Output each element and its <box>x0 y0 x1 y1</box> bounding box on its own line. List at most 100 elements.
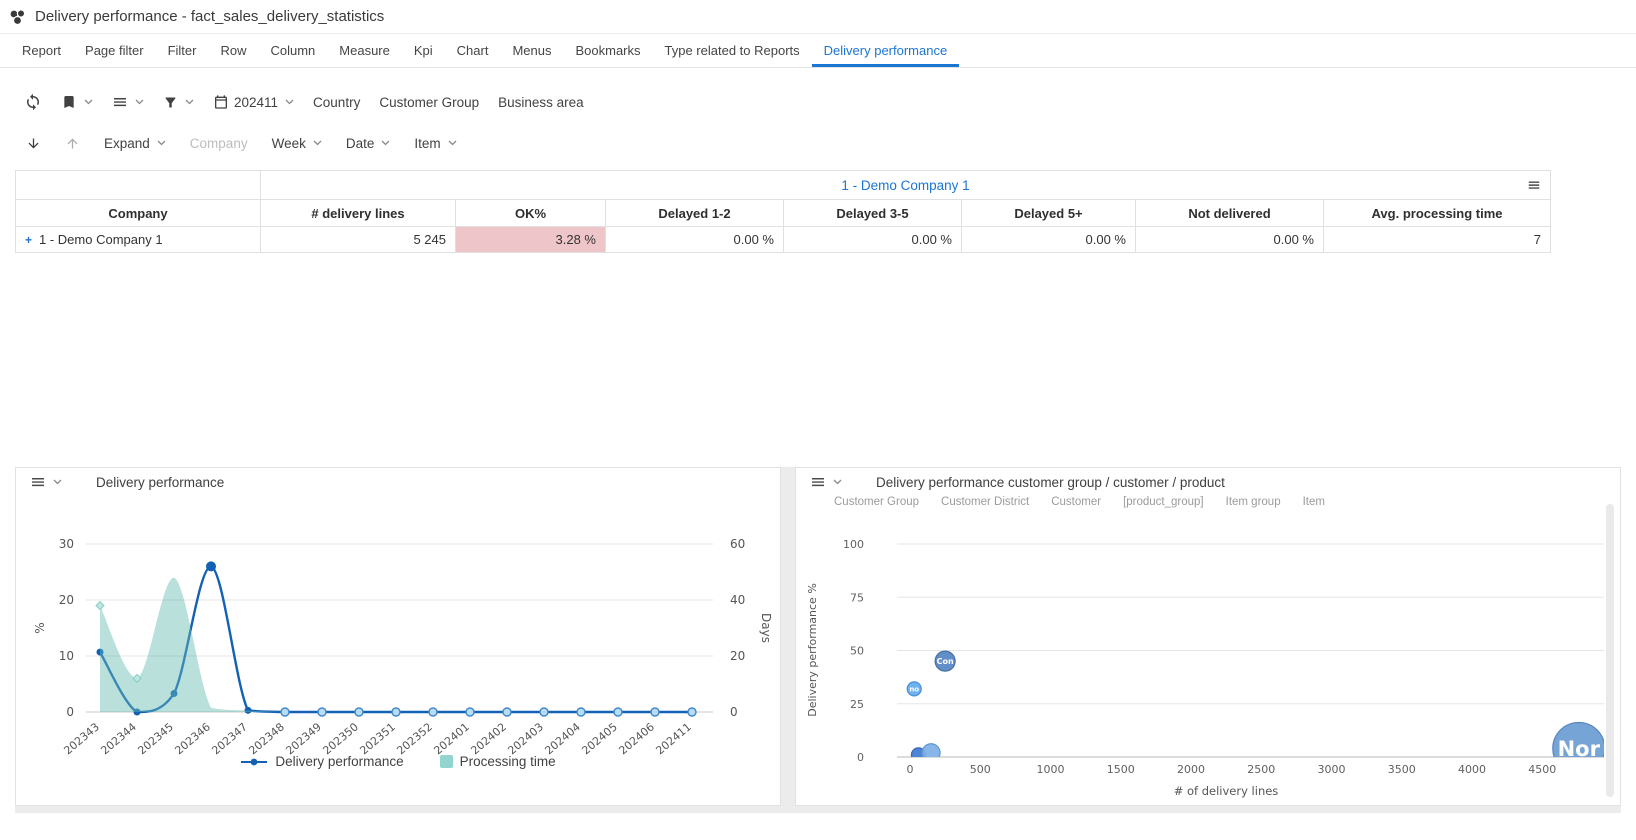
group-header-link[interactable]: 1 - Demo Company 1 <box>841 178 969 193</box>
svg-text:30: 30 <box>59 537 74 551</box>
svg-text:202344: 202344 <box>98 720 139 757</box>
svg-text:100: 100 <box>843 538 864 551</box>
svg-text:no: no <box>909 685 919 693</box>
company-name: 1 - Demo Company 1 <box>39 232 163 247</box>
chevron-down-icon <box>381 140 390 146</box>
main-nav: Report Page filter Filter Row Column Mea… <box>0 34 1636 68</box>
right-chart-title: Delivery performance customer group / cu… <box>876 474 1225 490</box>
delivery-performance-line-chart[interactable]: 01020300204060% Days202343202344202345202… <box>16 494 780 762</box>
column-header-delivery-lines[interactable]: # delivery lines <box>260 199 456 227</box>
nav-tab-filter[interactable]: Filter <box>156 34 209 67</box>
legend-item-delivery-performance[interactable]: Delivery performance <box>240 754 404 769</box>
title-bar: Delivery performance - fact_sales_delive… <box>0 0 1636 34</box>
customer-group-filter-button[interactable]: Customer Group <box>379 95 479 110</box>
customer-product-panel: Delivery performance customer group / cu… <box>795 467 1621 806</box>
not-delivered-cell: 0.00 % <box>1135 226 1324 253</box>
drill-down-button[interactable] <box>26 136 41 151</box>
table-menu-icon[interactable] <box>1527 178 1541 192</box>
nav-tab-column[interactable]: Column <box>258 34 327 67</box>
country-filter-button[interactable]: Country <box>313 95 360 110</box>
tab-product-group[interactable]: [product_group] <box>1123 496 1204 508</box>
svg-text:202350: 202350 <box>320 720 361 757</box>
svg-text:202348: 202348 <box>246 720 287 757</box>
item-dropdown[interactable]: Item <box>414 136 457 151</box>
period-picker[interactable]: 202411 <box>213 94 294 110</box>
panel-menu-button[interactable] <box>30 474 62 490</box>
svg-text:202402: 202402 <box>468 720 509 757</box>
panel-menu-button[interactable] <box>810 474 842 490</box>
tab-customer-district[interactable]: Customer District <box>941 496 1029 508</box>
nav-tab-bookmarks[interactable]: Bookmarks <box>563 34 652 67</box>
nav-tab-chart[interactable]: Chart <box>445 34 501 67</box>
svg-text:Con: Con <box>937 657 954 666</box>
column-header-avg-processing-time[interactable]: Avg. processing time <box>1322 199 1552 227</box>
svg-text:202406: 202406 <box>616 720 657 757</box>
legend-item-processing-time[interactable]: Processing time <box>439 754 556 769</box>
svg-text:202404: 202404 <box>542 720 583 757</box>
svg-text:500: 500 <box>970 763 991 776</box>
page-title: Delivery performance - fact_sales_delive… <box>35 8 385 25</box>
nav-tab-type-related[interactable]: Type related to Reports <box>653 34 812 67</box>
chevron-down-icon <box>157 140 166 146</box>
drill-up-button[interactable] <box>65 136 80 151</box>
expand-row-button[interactable]: + <box>25 233 32 247</box>
nav-tab-row[interactable]: Row <box>208 34 258 67</box>
svg-text:25: 25 <box>850 698 864 711</box>
toolbar-primary: 202411 Country Customer Group Business a… <box>24 86 584 118</box>
table-row: +1 - Demo Company 1 5 245 3.28 % 0.00 % … <box>15 226 1552 253</box>
column-header-company[interactable]: Company <box>15 199 261 227</box>
svg-text:3000: 3000 <box>1318 763 1346 776</box>
svg-text:2500: 2500 <box>1247 763 1275 776</box>
panel-scrollbar[interactable] <box>1606 504 1614 797</box>
delayed-3-5-cell: 0.00 % <box>783 226 962 253</box>
period-value: 202411 <box>234 94 279 110</box>
refresh-button[interactable] <box>24 93 42 111</box>
ok-percent-cell: 3.28 % <box>455 226 606 253</box>
svg-text:202346: 202346 <box>172 720 213 757</box>
group-header-cell: 1 - Demo Company 1 <box>259 170 1552 200</box>
svg-text:202352: 202352 <box>394 720 435 757</box>
nav-tab-menus[interactable]: Menus <box>500 34 563 67</box>
tab-customer-group[interactable]: Customer Group <box>834 496 919 508</box>
tab-item[interactable]: Item <box>1303 496 1325 508</box>
svg-text:40: 40 <box>730 593 745 607</box>
expand-dropdown[interactable]: Expand <box>104 136 166 151</box>
column-header-delayed-1-2[interactable]: Delayed 1-2 <box>605 199 784 227</box>
svg-text:Delivery performance %: Delivery performance % <box>806 583 819 717</box>
date-dropdown[interactable]: Date <box>346 136 391 151</box>
column-header-ok[interactable]: OK% <box>455 199 606 227</box>
arrow-up-icon <box>67 138 78 148</box>
nav-tab-measure[interactable]: Measure <box>327 34 402 67</box>
chevron-down-icon <box>285 99 294 105</box>
bookmark-menu-button[interactable] <box>61 94 93 110</box>
week-dropdown[interactable]: Week <box>272 136 322 151</box>
left-chart-title: Delivery performance <box>96 474 225 490</box>
column-header-not-delivered[interactable]: Not delivered <box>1135 199 1324 227</box>
bottom-strip <box>15 806 1621 813</box>
bubble-chart[interactable]: 02550751000 500 1000 1500 2000 2500 3000 3500 40… <box>796 514 1618 800</box>
line-marker-icon <box>241 758 268 765</box>
panel-divider <box>781 467 795 806</box>
svg-text:202349: 202349 <box>283 720 324 757</box>
nav-tab-delivery-performance[interactable]: Delivery performance <box>812 34 960 67</box>
filter-menu-button[interactable] <box>163 95 194 110</box>
svg-text:4500: 4500 <box>1528 763 1556 776</box>
column-header-delayed-3-5[interactable]: Delayed 3-5 <box>783 199 962 227</box>
layout-menu-button[interactable] <box>112 94 144 110</box>
column-header-delayed-5plus[interactable]: Delayed 5+ <box>961 199 1136 227</box>
app-cluster-icon <box>8 8 26 26</box>
hamburger-icon <box>114 98 126 107</box>
svg-text:20: 20 <box>59 593 74 607</box>
delivery-lines-cell: 5 245 <box>260 226 456 253</box>
calendar-icon <box>215 95 227 109</box>
delayed-1-2-cell: 0.00 % <box>605 226 784 253</box>
nav-tab-kpi[interactable]: Kpi <box>402 34 445 67</box>
tab-item-group[interactable]: Item group <box>1226 496 1281 508</box>
tab-customer[interactable]: Customer <box>1051 496 1101 508</box>
right-panel-header: Delivery performance customer group / cu… <box>810 474 1225 490</box>
business-area-filter-button[interactable]: Business area <box>498 95 584 110</box>
company-cell: +1 - Demo Company 1 <box>15 226 261 253</box>
nav-tab-page-filter[interactable]: Page filter <box>73 34 156 67</box>
nav-tab-report[interactable]: Report <box>10 34 73 67</box>
company-level-button: Company <box>189 135 248 151</box>
